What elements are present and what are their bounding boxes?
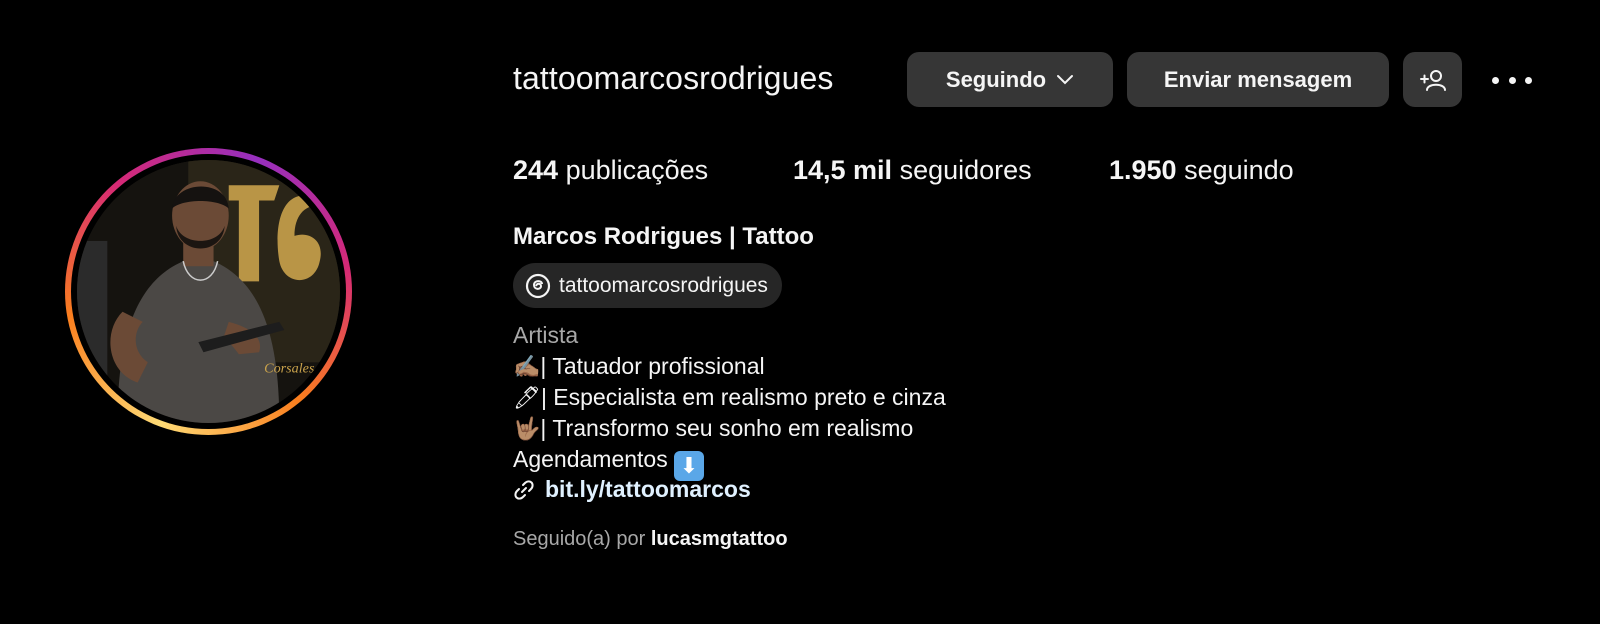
bio-line: ✍🏽| Tatuador profissional bbox=[513, 353, 765, 380]
link-icon bbox=[514, 479, 534, 500]
writing-hand-icon: ✍🏽 bbox=[513, 355, 541, 380]
threads-handle: tattoomarcosrodrigues bbox=[559, 273, 768, 297]
bio-link-text: bit.ly/tattoomarcos bbox=[545, 476, 751, 502]
profile-full-name: Marcos Rodrigues | Tattoo bbox=[513, 223, 814, 250]
followed-by-user: lucasmgtattoo bbox=[650, 528, 788, 550]
more-options-icon[interactable] bbox=[1492, 68, 1532, 92]
add-user-icon bbox=[1419, 69, 1446, 91]
posts-count: 244 publicações bbox=[513, 155, 709, 185]
profile-avatar-story-ring[interactable]: Corsales bbox=[65, 148, 352, 435]
send-message-label: Enviar mensagem bbox=[1163, 66, 1353, 92]
following-button-label: Seguindo bbox=[945, 66, 1047, 92]
bio-line: 🖊| Especialista em realismo preto e cinz… bbox=[513, 384, 946, 411]
chevron-down-icon bbox=[1057, 74, 1074, 84]
bio-link[interactable]: bit.ly/tattoomarcos bbox=[513, 476, 751, 503]
following-count-link[interactable]: 1.950 seguindo bbox=[1109, 155, 1294, 186]
followers-count-link[interactable]: 14,5 mil seguidores bbox=[793, 155, 1032, 186]
profile-page: Corsales tattoomarcosrodrigues Seguindo … bbox=[0, 0, 1600, 624]
love-you-gesture-icon: 🤟🏽 bbox=[513, 417, 541, 442]
avatar: Corsales bbox=[77, 160, 340, 423]
following-dropdown-button[interactable]: Seguindo bbox=[907, 52, 1113, 107]
svg-text:Corsales: Corsales bbox=[264, 360, 315, 376]
send-message-button[interactable]: Enviar mensagem bbox=[1127, 52, 1389, 107]
followed-by[interactable]: Seguido(a) por lucasmgtattoo bbox=[513, 528, 788, 551]
threads-icon bbox=[525, 273, 551, 298]
profile-username: tattoomarcosrodrigues bbox=[513, 60, 834, 96]
pen-icon: 🖊 bbox=[513, 386, 541, 411]
bio-line: 🤟🏽| Transformo seu sonho em realismo bbox=[513, 415, 914, 442]
profile-category: Artista bbox=[513, 322, 579, 348]
threads-profile-link[interactable]: tattoomarcosrodrigues bbox=[513, 263, 782, 308]
suggested-users-button[interactable] bbox=[1403, 52, 1462, 107]
avatar-photo: Corsales bbox=[77, 160, 340, 423]
